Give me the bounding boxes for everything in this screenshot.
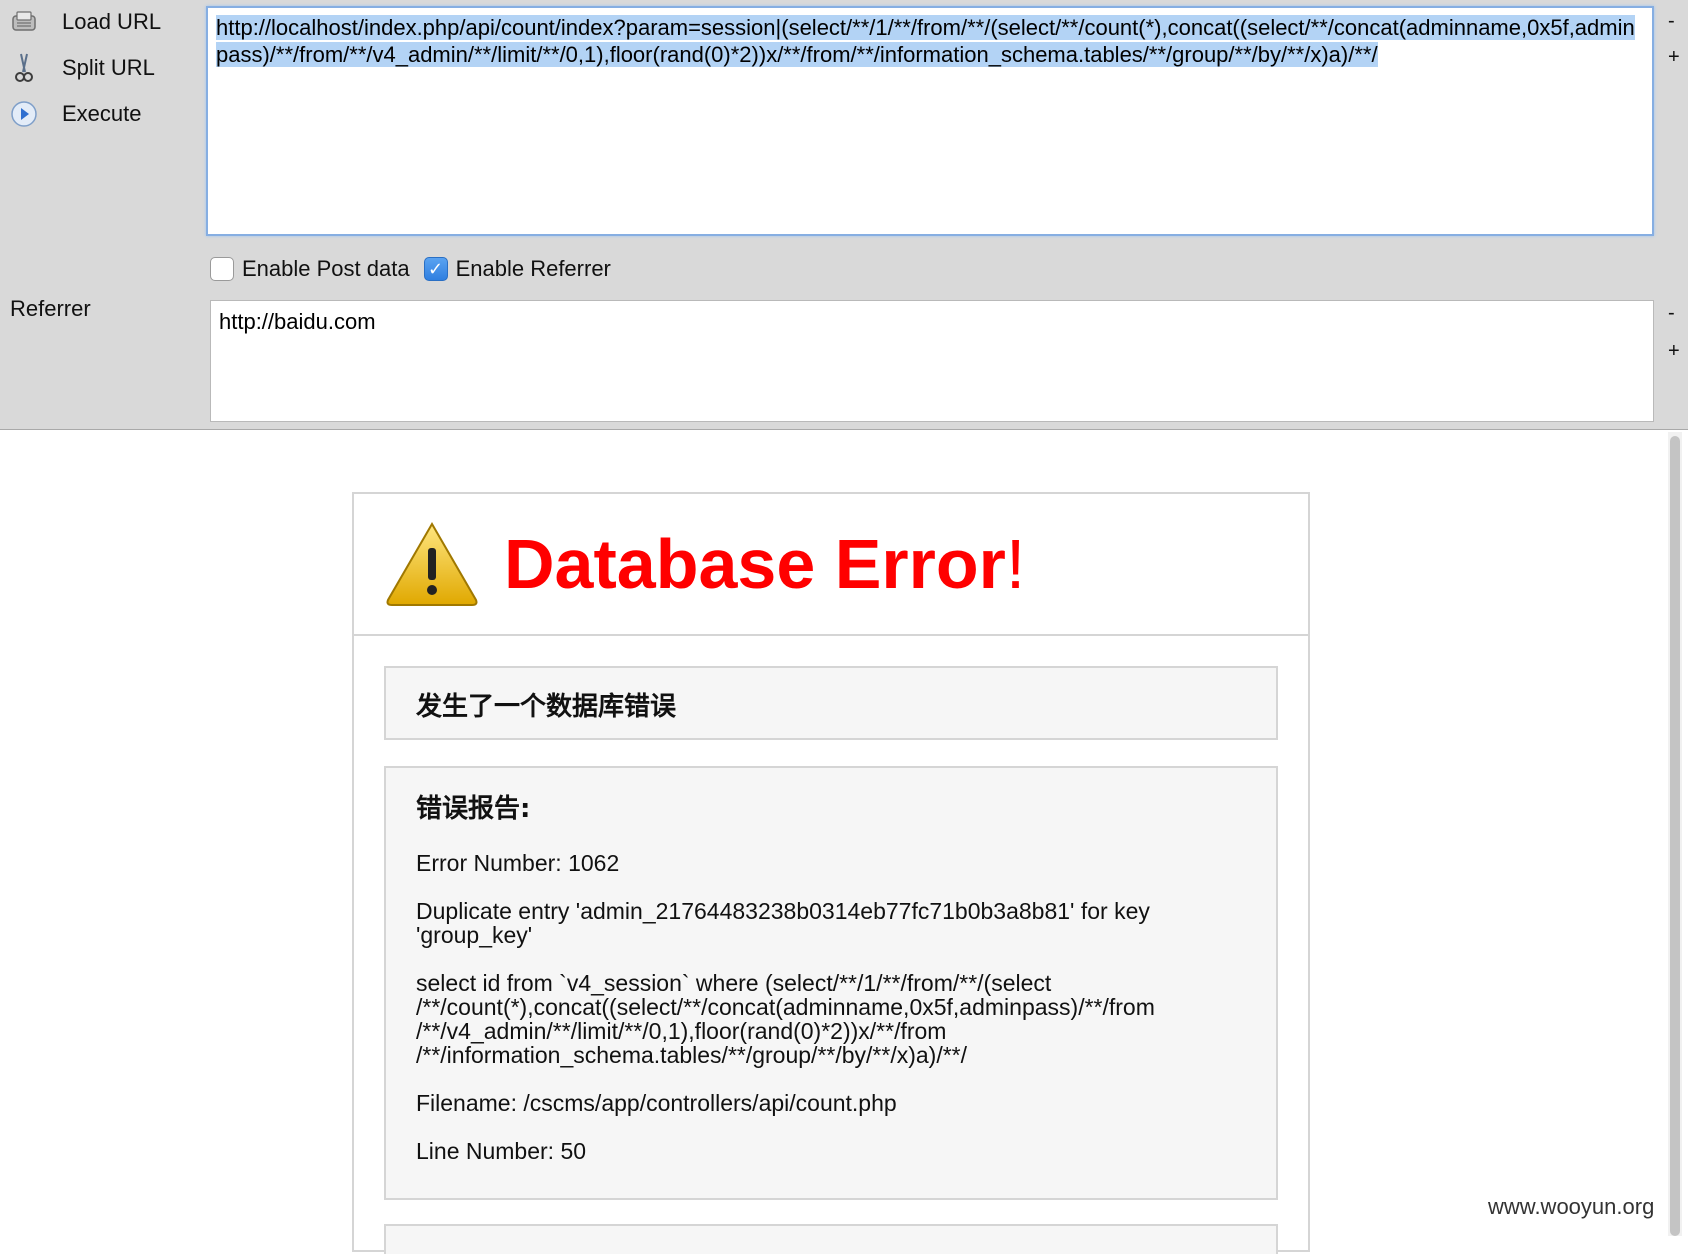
split-url-label: Split URL	[62, 55, 155, 80]
enable-post-checkbox[interactable]	[210, 257, 234, 281]
error-title-exclamation: !	[1005, 525, 1026, 603]
error-title: Database Error!	[504, 524, 1025, 604]
page-scrollbar-thumb[interactable]	[1670, 436, 1680, 1236]
play-icon	[10, 100, 38, 128]
error-line-number: Line Number: 50	[416, 1138, 587, 1164]
database-error-panel: Database Error! 发生了一个数据库错误 错误报告: Error N…	[352, 492, 1310, 1254]
error-message-box: 发生了一个数据库错误	[384, 666, 1278, 740]
enable-referrer-label[interactable]: Enable Referrer	[456, 256, 611, 282]
referrer-label: Referrer	[10, 296, 91, 321]
url-text: http://localhost/index.php/api/count/ind…	[216, 15, 1635, 67]
error-report-box: 错误报告: Error Number: 1062 Duplicate entry…	[384, 766, 1278, 1200]
enable-post-label[interactable]: Enable Post data	[242, 256, 410, 282]
execute-label: Execute	[62, 101, 142, 126]
next-section-box	[384, 1224, 1278, 1254]
duplicate-entry-message: Duplicate entry 'admin_21764483238b0314e…	[416, 898, 1150, 948]
url-grow-button[interactable]: +	[1668, 46, 1680, 69]
hackbar-toolbar: Load URL Split URL Execute http://localh…	[0, 0, 1688, 430]
report-heading: 错误报告:	[416, 794, 531, 824]
load-url-label: Load URL	[62, 9, 162, 34]
warning-triangle-icon	[384, 520, 480, 608]
url-textarea[interactable]: http://localhost/index.php/api/count/ind…	[206, 6, 1654, 236]
error-number: Error Number: 1062	[416, 850, 620, 876]
error-header: Database Error!	[354, 494, 1308, 636]
split-url-button[interactable]: Split URL	[0, 46, 200, 90]
scissors-icon	[10, 53, 38, 82]
enable-referrer-checkbox[interactable]: ✓	[423, 257, 448, 281]
sql-query: select id from `v4_session` where (selec…	[416, 970, 1155, 1068]
referrer-shrink-button[interactable]: -	[1668, 302, 1675, 325]
error-title-text: Database Error	[504, 525, 1006, 603]
watermark: www.wooyun.org	[1484, 1194, 1659, 1220]
options-row: Enable Post data ✓ Enable Referrer	[210, 254, 625, 284]
execute-button[interactable]: Execute	[0, 92, 200, 136]
load-url-icon	[10, 8, 38, 36]
referrer-input[interactable]: http://baidu.com	[210, 300, 1654, 422]
load-url-button[interactable]: Load URL	[0, 0, 200, 44]
referrer-grow-button[interactable]: +	[1668, 340, 1680, 363]
url-shrink-button[interactable]: -	[1668, 10, 1675, 33]
error-message: 发生了一个数据库错误	[416, 692, 677, 722]
error-filename: Filename: /cscms/app/controllers/api/cou…	[416, 1090, 897, 1116]
